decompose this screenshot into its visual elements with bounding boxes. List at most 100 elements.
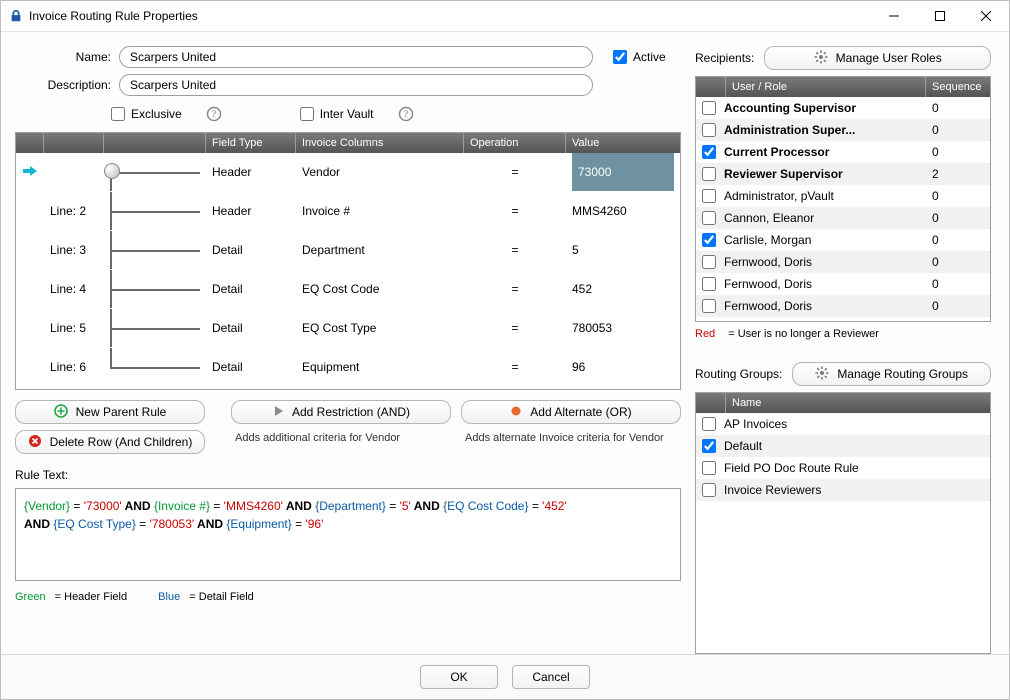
rule-invoice-column[interactable]: Invoice # bbox=[296, 204, 464, 218]
list-item[interactable]: Administrator, pVault0 bbox=[696, 185, 990, 207]
active-checkbox[interactable] bbox=[613, 50, 627, 64]
rule-row[interactable]: Line: 6DetailEquipment=96 bbox=[16, 348, 680, 387]
rule-invoice-column[interactable]: EQ Cost Code bbox=[296, 282, 464, 296]
col-header-user-role[interactable]: User / Role bbox=[726, 77, 926, 97]
exclusive-option[interactable]: Exclusive bbox=[111, 107, 182, 121]
rule-operation[interactable]: = bbox=[464, 282, 566, 296]
rule-row[interactable]: HeaderVendor=73000 bbox=[16, 153, 680, 192]
routing-groups-list-body[interactable]: AP InvoicesDefaultField PO Doc Route Rul… bbox=[696, 413, 990, 653]
add-restriction-button[interactable]: Add Restriction (AND) bbox=[231, 400, 451, 424]
rule-value[interactable]: 96 bbox=[566, 360, 680, 374]
recipient-sequence: 0 bbox=[932, 277, 984, 291]
list-item[interactable]: Default bbox=[696, 435, 990, 457]
recipients-list-body[interactable]: Accounting Supervisor0Administration Sup… bbox=[696, 97, 990, 321]
new-parent-rule-button[interactable]: New Parent Rule bbox=[15, 400, 205, 424]
group-checkbox[interactable] bbox=[702, 461, 716, 475]
rule-row[interactable]: Line: 2HeaderInvoice #=MMS4260 bbox=[16, 192, 680, 231]
rule-invoice-column[interactable]: Vendor bbox=[296, 165, 464, 179]
recipient-checkbox[interactable] bbox=[702, 299, 716, 313]
col-header-invoice-columns[interactable]: Invoice Columns bbox=[296, 133, 464, 153]
intervault-checkbox[interactable] bbox=[300, 107, 314, 121]
cancel-button[interactable]: Cancel bbox=[512, 665, 590, 689]
rule-field-type[interactable]: Header bbox=[206, 165, 296, 179]
add-alternate-button[interactable]: Add Alternate (OR) bbox=[461, 400, 681, 424]
list-item[interactable]: Invoice Reviewers bbox=[696, 479, 990, 501]
list-item[interactable]: Fernwood, Doris0 bbox=[696, 251, 990, 273]
routing-groups-list[interactable]: Name AP InvoicesDefaultField PO Doc Rout… bbox=[695, 392, 991, 654]
col-header-sequence[interactable]: Sequence bbox=[926, 77, 990, 97]
list-item[interactable]: Reviewer Supervisor2 bbox=[696, 163, 990, 185]
recipients-list[interactable]: User / Role Sequence Accounting Supervis… bbox=[695, 76, 991, 322]
maximize-button[interactable] bbox=[917, 1, 963, 31]
note-text: = User is no longer a Reviewer bbox=[728, 328, 879, 340]
col-header-field-type[interactable]: Field Type bbox=[206, 133, 296, 153]
rule-operation[interactable]: = bbox=[464, 243, 566, 257]
recipient-sequence: 0 bbox=[932, 123, 984, 137]
recipient-checkbox[interactable] bbox=[702, 123, 716, 137]
recipient-checkbox[interactable] bbox=[702, 277, 716, 291]
list-item[interactable]: Administration Super...0 bbox=[696, 119, 990, 141]
rule-value[interactable]: 452 bbox=[566, 282, 680, 296]
list-item[interactable]: Fernwood, Doris0 bbox=[696, 295, 990, 317]
rule-value[interactable]: 780053 bbox=[566, 321, 680, 335]
rule-tree bbox=[104, 309, 206, 347]
list-item[interactable]: Monroe III, Sanderson0 bbox=[696, 317, 990, 321]
list-item[interactable]: Cannon, Eleanor0 bbox=[696, 207, 990, 229]
rule-invoice-column[interactable]: EQ Cost Type bbox=[296, 321, 464, 335]
intervault-option[interactable]: Inter Vault bbox=[300, 107, 374, 121]
rule-operation[interactable]: = bbox=[464, 204, 566, 218]
manage-user-roles-button[interactable]: Manage User Roles bbox=[764, 46, 991, 70]
list-item[interactable]: Current Processor0 bbox=[696, 141, 990, 163]
list-item[interactable]: Carlisle, Morgan0 bbox=[696, 229, 990, 251]
recipient-checkbox[interactable] bbox=[702, 145, 716, 159]
help-icon[interactable]: ? bbox=[398, 106, 414, 122]
ok-button[interactable]: OK bbox=[420, 665, 498, 689]
rule-row[interactable]: Line: 3DetailDepartment=5 bbox=[16, 231, 680, 270]
plus-circle-icon bbox=[54, 404, 68, 421]
col-header-name[interactable]: Name bbox=[726, 393, 990, 413]
exclusive-checkbox[interactable] bbox=[111, 107, 125, 121]
recipient-checkbox[interactable] bbox=[702, 189, 716, 203]
minimize-button[interactable] bbox=[871, 1, 917, 31]
close-button[interactable] bbox=[963, 1, 1009, 31]
rule-operation[interactable]: = bbox=[464, 321, 566, 335]
help-icon[interactable]: ? bbox=[206, 106, 222, 122]
rule-field-type[interactable]: Detail bbox=[206, 360, 296, 374]
rule-field-type[interactable]: Detail bbox=[206, 243, 296, 257]
rule-invoice-column[interactable]: Equipment bbox=[296, 360, 464, 374]
rule-value[interactable]: MMS4260 bbox=[566, 204, 680, 218]
group-checkbox[interactable] bbox=[702, 417, 716, 431]
rules-grid[interactable]: Field Type Invoice Columns Operation Val… bbox=[15, 132, 681, 390]
rules-grid-body[interactable]: HeaderVendor=73000Line: 2HeaderInvoice #… bbox=[16, 153, 680, 389]
manage-routing-groups-button[interactable]: Manage Routing Groups bbox=[792, 362, 991, 386]
col-header-operation[interactable]: Operation bbox=[464, 133, 566, 153]
title-bar: Invoice Routing Rule Properties bbox=[1, 1, 1009, 32]
list-item[interactable]: AP Invoices bbox=[696, 413, 990, 435]
recipient-sequence: 0 bbox=[932, 255, 984, 269]
delete-row-button[interactable]: Delete Row (And Children) bbox=[15, 430, 205, 454]
group-checkbox[interactable] bbox=[702, 483, 716, 497]
list-item[interactable]: Field PO Doc Route Rule bbox=[696, 457, 990, 479]
rule-field-type[interactable]: Detail bbox=[206, 282, 296, 296]
rule-value[interactable]: 73000 bbox=[566, 153, 680, 191]
name-input[interactable] bbox=[119, 46, 593, 68]
gear-icon bbox=[815, 366, 829, 383]
rule-value[interactable]: 5 bbox=[566, 243, 680, 257]
rule-field-type[interactable]: Detail bbox=[206, 321, 296, 335]
recipient-checkbox[interactable] bbox=[702, 233, 716, 247]
rule-operation[interactable]: = bbox=[464, 165, 566, 179]
rule-invoice-column[interactable]: Department bbox=[296, 243, 464, 257]
recipient-checkbox[interactable] bbox=[702, 255, 716, 269]
rule-field-type[interactable]: Header bbox=[206, 204, 296, 218]
description-input[interactable] bbox=[119, 74, 593, 96]
recipient-checkbox[interactable] bbox=[702, 101, 716, 115]
list-item[interactable]: Accounting Supervisor0 bbox=[696, 97, 990, 119]
rule-row[interactable]: Line: 5DetailEQ Cost Type=780053 bbox=[16, 309, 680, 348]
group-checkbox[interactable] bbox=[702, 439, 716, 453]
rule-operation[interactable]: = bbox=[464, 360, 566, 374]
list-item[interactable]: Fernwood, Doris0 bbox=[696, 273, 990, 295]
rule-row[interactable]: Line: 4DetailEQ Cost Code=452 bbox=[16, 270, 680, 309]
recipient-checkbox[interactable] bbox=[702, 167, 716, 181]
col-header-value[interactable]: Value bbox=[566, 133, 680, 153]
recipient-checkbox[interactable] bbox=[702, 211, 716, 225]
